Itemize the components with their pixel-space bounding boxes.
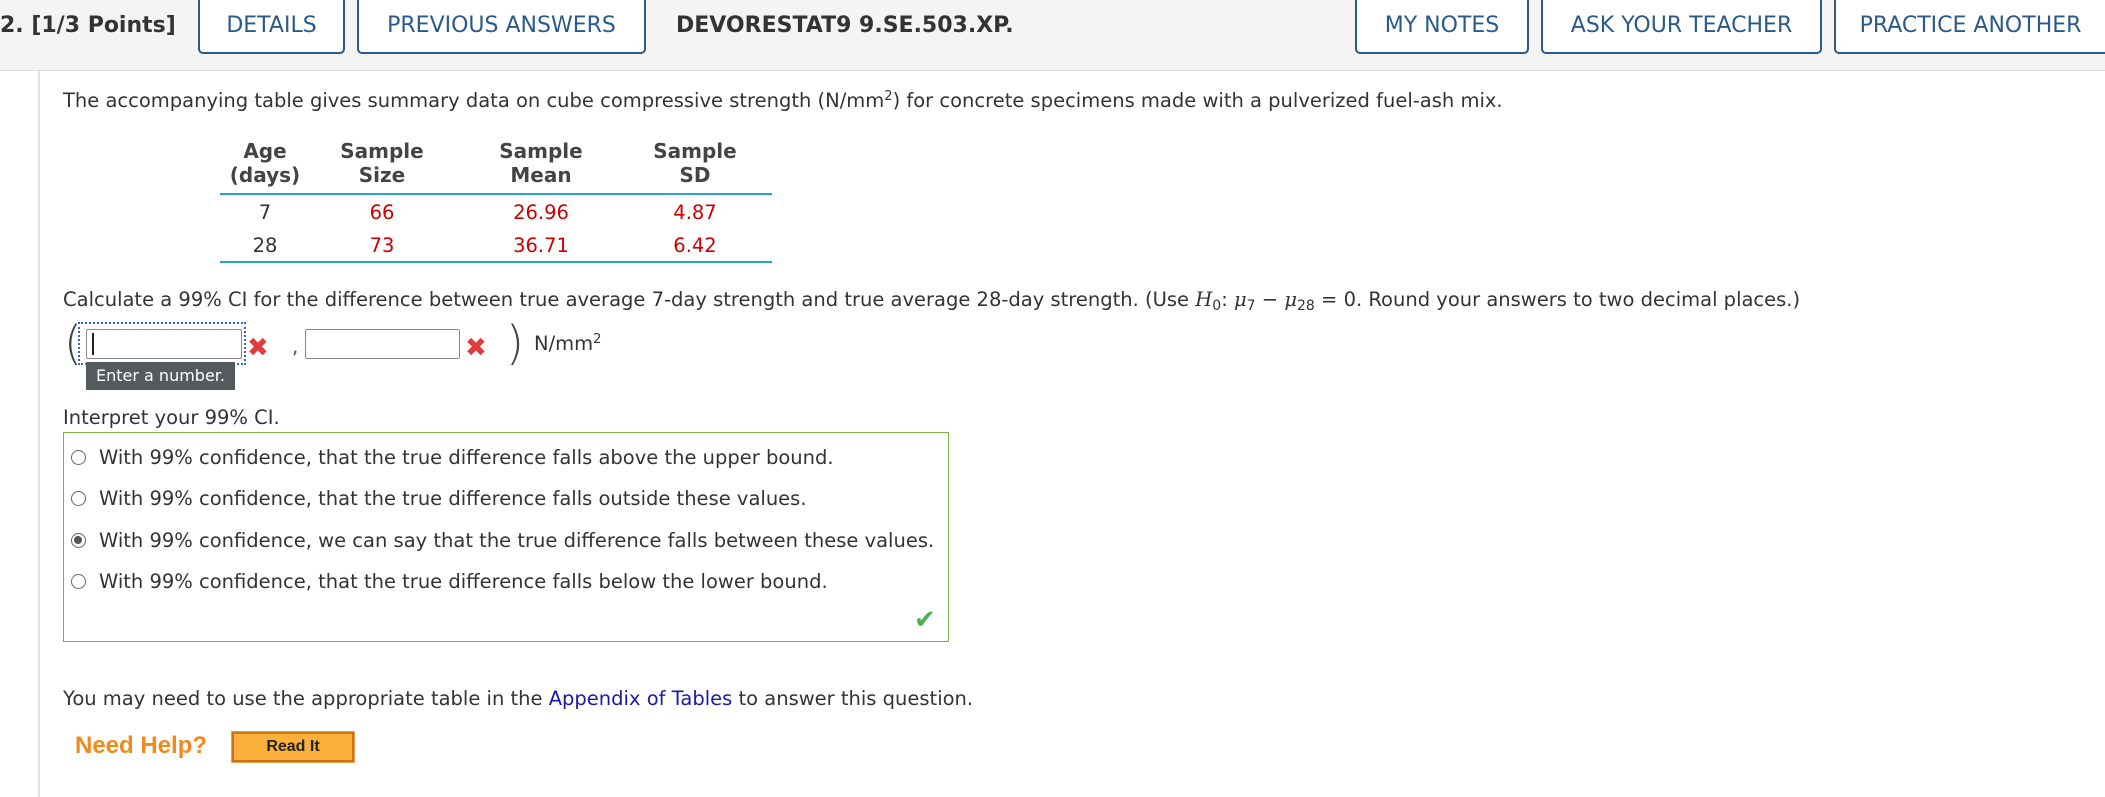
radio-button-selected[interactable]	[71, 533, 86, 548]
mu-symbol: μ	[1233, 288, 1247, 311]
separator-comma: ,	[292, 334, 299, 358]
table-cell: 7	[258, 201, 272, 224]
my-notes-button[interactable]: MY NOTES	[1355, 0, 1529, 54]
ci-lower-input[interactable]	[86, 329, 242, 359]
column-header-sd: Sample SD	[640, 139, 750, 187]
choice-between-values[interactable]: With 99% confidence, we can say that the…	[64, 521, 944, 561]
column-header-line: Mean	[510, 163, 572, 187]
choice-label: With 99% confidence, that the true diffe…	[99, 570, 828, 593]
table-cell: 66	[369, 201, 395, 224]
intro-text-part: The accompanying table gives summary dat…	[63, 89, 885, 112]
intro-superscript: 2	[884, 89, 893, 104]
summary-table: Age (days) Sample Size Sample Mean Sampl…	[220, 139, 772, 263]
input-tooltip: Enter a number.	[86, 362, 235, 390]
unit-superscript: 2	[593, 332, 602, 347]
column-header-line: Age	[243, 139, 287, 163]
table-cell: 73	[369, 234, 395, 257]
correct-check-icon: ✔	[914, 605, 936, 635]
table-row: 7 66 26.96 4.87	[220, 195, 772, 228]
column-header-line: Sample	[499, 139, 583, 163]
details-button[interactable]: DETAILS	[198, 0, 345, 54]
appendix-note: You may need to use the appropriate tabl…	[63, 686, 973, 712]
ci-upper-input[interactable]	[305, 329, 460, 359]
table-cell: 4.87	[673, 201, 717, 224]
column-header-line: SD	[679, 163, 711, 187]
h-subscript: 0	[1212, 298, 1222, 314]
minus-sign: −	[1255, 288, 1285, 311]
table-header-row: Age (days) Sample Size Sample Mean Sampl…	[220, 139, 772, 195]
appendix-text: You may need to use the appropriate tabl…	[63, 687, 549, 710]
column-header-mean: Sample Mean	[486, 139, 596, 187]
mu-symbol: μ	[1284, 288, 1298, 311]
choice-outside-values[interactable]: With 99% confidence, that the true diffe…	[64, 479, 944, 519]
incorrect-icon: ✖	[247, 333, 269, 363]
ci-question-text: Calculate a 99% CI for the difference be…	[63, 287, 1800, 313]
appendix-text: to answer this question.	[732, 687, 974, 710]
column-header-age: Age (days)	[220, 139, 310, 187]
radio-button[interactable]	[71, 491, 86, 506]
practice-another-button[interactable]: PRACTICE ANOTHER	[1834, 0, 2105, 54]
unit-base: N/mm	[534, 332, 594, 355]
question-text-part: = 0. Round your answers to two decimal p…	[1314, 288, 1801, 311]
mu-subscript: 28	[1297, 298, 1315, 314]
table-cell: 36.71	[513, 234, 569, 257]
intro-text: The accompanying table gives summary dat…	[63, 88, 1503, 114]
previous-answers-button[interactable]: PREVIOUS ANSWERS	[357, 0, 646, 54]
content-left-border	[38, 71, 40, 797]
choice-label: With 99% confidence, that the true diffe…	[99, 487, 807, 510]
column-header-line: Size	[358, 163, 406, 187]
question-header: 2. [1/3 Points] DETAILS PREVIOUS ANSWERS…	[0, 0, 2105, 71]
text-caret	[92, 333, 94, 355]
question-text-part: Calculate a 99% CI for the difference be…	[63, 288, 1196, 311]
question-colon: :	[1221, 288, 1234, 311]
appendix-link[interactable]: Appendix of Tables	[549, 687, 733, 710]
incorrect-icon: ✖	[465, 333, 487, 363]
question-number: 2. [1/3 Points]	[0, 13, 176, 38]
unit-label: N/mm2	[534, 331, 601, 357]
ask-your-teacher-button[interactable]: ASK YOUR TEACHER	[1541, 0, 1822, 54]
need-help-label: Need Help?	[75, 732, 208, 759]
column-header-line: Sample	[340, 139, 424, 163]
table-row: 28 73 36.71 6.42	[220, 228, 772, 263]
choice-below-lower[interactable]: With 99% confidence, that the true diffe…	[64, 562, 944, 602]
radio-button[interactable]	[71, 450, 86, 465]
column-header-line: Sample	[653, 139, 737, 163]
mu-subscript: 7	[1246, 298, 1256, 314]
interpret-label: Interpret your 99% CI.	[63, 406, 280, 429]
close-paren: )	[506, 316, 524, 370]
question-code: DEVORESTAT9 9.SE.503.XP.	[676, 13, 1014, 38]
table-cell: 26.96	[513, 201, 569, 224]
table-cell: 28	[252, 234, 278, 257]
radio-button[interactable]	[71, 574, 86, 589]
intro-text-part: ) for concrete specimens made with a pul…	[892, 89, 1503, 112]
choice-label: With 99% confidence, we can say that the…	[99, 529, 935, 552]
interpret-choices: With 99% confidence, that the true diffe…	[63, 432, 949, 642]
choice-above-upper[interactable]: With 99% confidence, that the true diffe…	[64, 438, 944, 478]
table-cell: 6.42	[673, 234, 717, 257]
h-symbol: H	[1195, 288, 1213, 311]
choice-label: With 99% confidence, that the true diffe…	[99, 446, 834, 469]
read-it-button[interactable]: Read It	[231, 731, 355, 763]
column-header-size: Sample Size	[332, 139, 432, 187]
column-header-line: (days)	[229, 163, 301, 187]
